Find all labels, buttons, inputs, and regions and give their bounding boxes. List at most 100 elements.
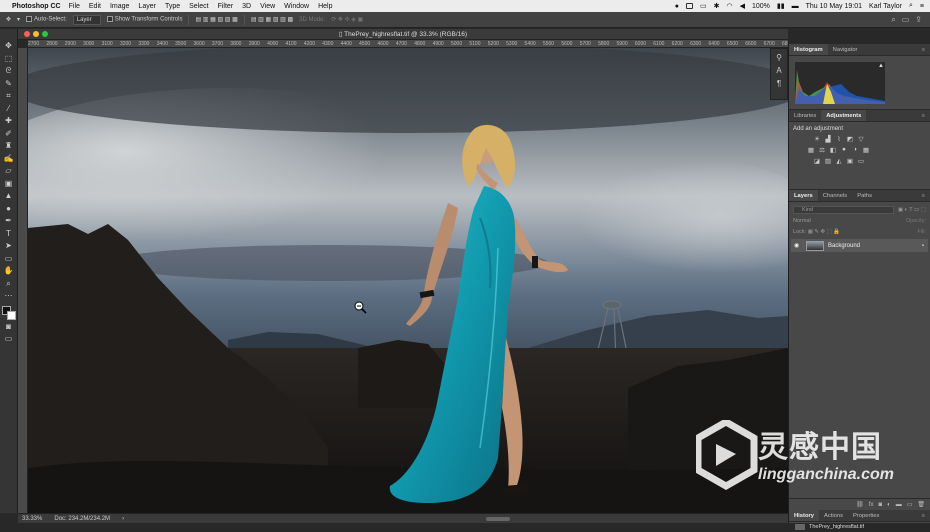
panel-menu-icon[interactable]: ≡ — [917, 110, 930, 121]
wifi-icon[interactable]: ◠ — [726, 2, 732, 10]
quick-mask-icon[interactable]: ◙ — [2, 322, 16, 333]
hue-saturation-icon[interactable]: ▦ — [807, 146, 815, 154]
share-icon[interactable]: ⇪ — [915, 15, 922, 25]
tab-channels[interactable]: Channels — [818, 190, 853, 201]
levels-icon[interactable]: ▟ — [824, 135, 832, 143]
battery-icon[interactable]: ▮▮ — [777, 2, 785, 10]
channel-mixer-icon[interactable]: ◑ — [851, 146, 859, 154]
type-tool-icon[interactable]: T — [2, 229, 16, 240]
tab-paths[interactable]: Paths — [852, 190, 877, 201]
distribute-icons[interactable]: ▤ ▥ ▦ ▧ ▨ ▩ — [251, 16, 293, 23]
brightness-icon[interactable]: ☀ — [813, 135, 821, 143]
gradient-tool-icon[interactable]: ▣ — [2, 179, 16, 190]
doc-size[interactable]: Doc: 234.2M/234.2M — [54, 516, 110, 522]
menu-type[interactable]: Type — [165, 3, 180, 10]
properties-icon[interactable]: ⚲ — [776, 53, 782, 62]
new-adjustment-icon[interactable]: ◐ — [887, 502, 891, 508]
posterize-icon[interactable]: ▨ — [824, 157, 832, 165]
search-icon[interactable]: ⌕ — [891, 15, 895, 25]
status-arrow-icon[interactable]: › — [122, 516, 124, 522]
gradient-map-icon[interactable]: ▭ — [857, 157, 865, 165]
eyedropper-tool-icon[interactable]: ⁄ — [2, 104, 16, 115]
blend-mode-dropdown[interactable]: Normal — [793, 218, 811, 224]
menu-filter[interactable]: Filter — [218, 3, 234, 10]
history-brush-tool-icon[interactable]: ✍ — [2, 154, 16, 165]
menu-file[interactable]: File — [69, 3, 80, 10]
layer-name[interactable]: Background — [828, 243, 860, 249]
document-canvas[interactable] — [28, 48, 788, 513]
menu-image[interactable]: Image — [110, 3, 129, 10]
panel-menu-icon[interactable]: ≡ — [917, 44, 930, 55]
black-white-icon[interactable]: ◧ — [829, 146, 837, 154]
zoom-tool-icon[interactable]: ⌕ — [2, 279, 16, 290]
exposure-icon[interactable]: ◩ — [846, 135, 854, 143]
display-icon[interactable] — [685, 3, 693, 9]
visibility-eye-icon[interactable]: ◉ — [794, 242, 802, 249]
layer-kind-filter[interactable]: Kind — [793, 205, 894, 214]
battery-text[interactable]: 100% — [752, 3, 770, 10]
horizontal-ruler[interactable]: 2700 2800 2900 3000 3100 3200 3300 3400 3500 3600… — [28, 40, 788, 48]
workspace-icon[interactable]: ▭ — [902, 15, 910, 25]
zoom-level[interactable]: 33.33% — [22, 516, 42, 522]
notifications-icon[interactable]: ≡ — [920, 3, 924, 10]
airplay-icon[interactable]: ▭ — [700, 2, 707, 10]
tab-history[interactable]: History — [789, 510, 819, 521]
screen-mode-icon[interactable]: ▭ — [2, 334, 16, 345]
menu-select[interactable]: Select — [189, 3, 208, 10]
layer-style-icon[interactable]: fx — [869, 502, 874, 508]
hand-tool-icon[interactable]: ✋ — [2, 266, 16, 277]
close-window-icon[interactable] — [24, 31, 30, 37]
user-name[interactable]: Karl Taylor — [869, 3, 902, 10]
flag-icon[interactable]: ▬ — [792, 3, 799, 10]
color-swatches[interactable] — [1, 305, 16, 320]
more-tools-icon[interactable]: ⋯ — [2, 291, 16, 302]
document-tab[interactable]: ▯ ThePrey_highresflat.tif @ 33.3% (RGB/1… — [18, 29, 788, 40]
bluetooth-icon[interactable]: ✱ — [714, 2, 720, 10]
quick-select-tool-icon[interactable]: ✎ — [2, 79, 16, 90]
threshold-icon[interactable]: ◭ — [835, 157, 843, 165]
auto-select-dropdown[interactable]: Layer — [72, 14, 101, 25]
selective-color-icon[interactable]: ▣ — [846, 157, 854, 165]
crop-tool-icon[interactable]: ⌗ — [2, 91, 16, 102]
menu-window[interactable]: Window — [284, 3, 309, 10]
app-name-menu[interactable]: Photoshop CC — [12, 3, 61, 10]
menu-help[interactable]: Help — [318, 3, 332, 10]
menu-3d[interactable]: 3D — [242, 3, 251, 10]
healing-tool-icon[interactable]: ✚ — [2, 116, 16, 127]
character-icon[interactable]: A — [776, 66, 781, 75]
minimize-window-icon[interactable] — [33, 31, 39, 37]
horizontal-scrollbar[interactable] — [486, 516, 511, 521]
spotlight-icon[interactable]: ⌕ — [909, 2, 913, 10]
new-group-icon[interactable]: ▬ — [896, 502, 902, 508]
tab-adjustments[interactable]: Adjustments — [821, 110, 867, 121]
tab-navigator[interactable]: Navigator — [828, 44, 863, 55]
menu-edit[interactable]: Edit — [89, 3, 101, 10]
align-icons[interactable]: ▤ ▥ ▦ ▧ ▨ ▩ — [195, 16, 237, 23]
shape-tool-icon[interactable]: ▭ — [2, 254, 16, 265]
auto-select-checkbox[interactable]: Auto-Select: — [26, 16, 67, 23]
brush-tool-icon[interactable]: ✐ — [2, 129, 16, 140]
warning-icon[interactable]: ▲ — [878, 63, 884, 69]
vibrance-icon[interactable]: ▽ — [857, 135, 865, 143]
color-lookup-icon[interactable]: ▦ — [862, 146, 870, 154]
panel-menu-icon[interactable]: ≡ — [917, 190, 930, 201]
eraser-tool-icon[interactable]: ▱ — [2, 166, 16, 177]
move-tool-icon[interactable]: ✥ — [2, 41, 16, 52]
new-layer-icon[interactable]: ▭ — [907, 501, 913, 508]
curves-icon[interactable]: ⌇ — [835, 135, 843, 143]
tool-preset-chevron-icon[interactable]: ▾ — [17, 16, 20, 23]
3d-mode-icons[interactable]: ⟳ ✥ ✣ ◈ ▣ — [331, 16, 363, 23]
background-color[interactable] — [6, 310, 16, 320]
link-layers-icon[interactable]: ⛓ — [856, 501, 864, 508]
volume-icon[interactable]: ◀ — [740, 2, 745, 10]
lock-icons[interactable]: ▦ ✎ ✥ ⬚ 🔒 — [808, 229, 841, 235]
tab-histogram[interactable]: Histogram — [789, 44, 828, 55]
tab-layers[interactable]: Layers — [789, 190, 818, 201]
pen-tool-icon[interactable]: ✒ — [2, 216, 16, 227]
invert-icon[interactable]: ◪ — [813, 157, 821, 165]
marquee-tool-icon[interactable]: ⬚ — [2, 54, 16, 65]
add-mask-icon[interactable]: ◙ — [878, 502, 882, 508]
zoom-window-icon[interactable] — [42, 31, 48, 37]
tab-actions[interactable]: Actions — [819, 510, 848, 521]
panel-menu-icon[interactable]: ≡ — [917, 510, 930, 521]
